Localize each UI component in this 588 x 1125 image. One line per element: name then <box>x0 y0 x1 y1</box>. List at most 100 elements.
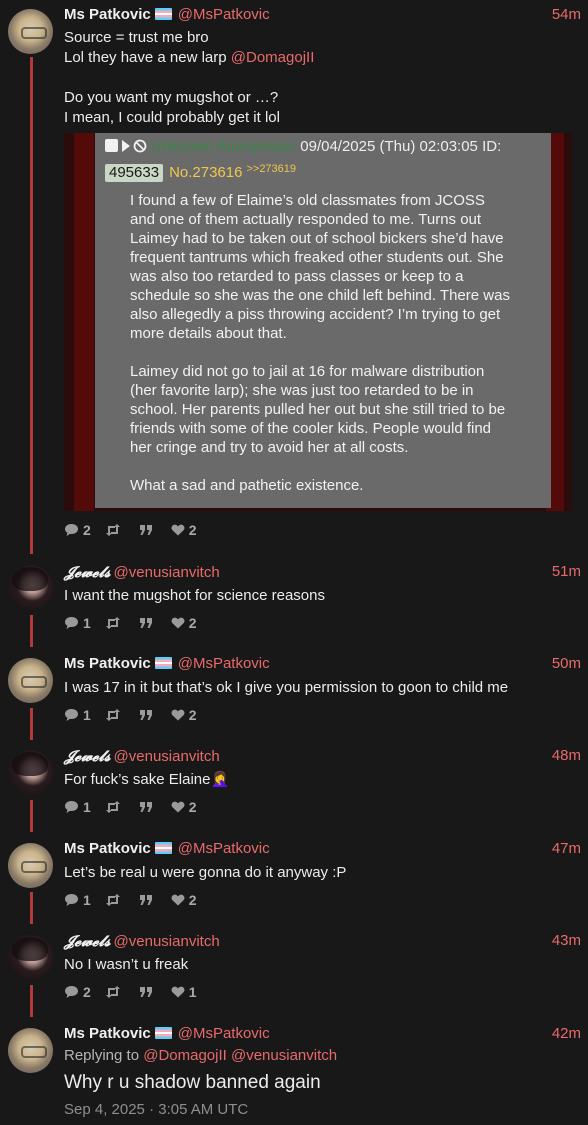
heart-icon <box>171 801 185 813</box>
comment-icon <box>65 894 78 906</box>
like-count[interactable]: 2 <box>171 521 197 539</box>
display-name[interactable]: Ms Patkovic <box>64 840 151 857</box>
tweet-header: Ms Patkovic @MsPatkovic <box>64 654 270 674</box>
reply-count[interactable]: 2 <box>64 983 91 1001</box>
tweet-time[interactable]: 47m <box>552 839 581 859</box>
heart-icon <box>171 986 185 998</box>
like-count[interactable]: 1 <box>171 983 197 1001</box>
replying-to: Replying to @DomagojII @venusianvitch <box>64 1047 338 1064</box>
avatar[interactable] <box>8 935 53 980</box>
tweet-header: Ms Patkovic @MsPatkovic <box>64 839 270 859</box>
display-name[interactable]: Ms Patkovic <box>64 6 151 23</box>
post-datetime: 09/04/2025 (Thu) 02:03:05 ID: <box>300 138 502 155</box>
reply-count[interactable]: 1 <box>64 798 91 816</box>
tweet-text: Source = trust me bro Lol they have a ne… <box>64 29 315 126</box>
retweet-button[interactable] <box>105 894 125 906</box>
mention-link[interactable]: @DomagojII <box>143 1047 227 1064</box>
retweet-button[interactable] <box>105 986 125 998</box>
imageboard-post-screenshot: Unknown Anonymous 09/04/2025 (Thu) 02:03… <box>95 133 551 508</box>
avatar[interactable] <box>8 565 53 610</box>
display-name[interactable]: Ms Patkovic <box>64 655 151 672</box>
tweet-time[interactable]: 54m <box>552 5 581 25</box>
reply-count[interactable]: 1 <box>64 891 91 909</box>
heart-icon <box>171 709 185 721</box>
trans-flag-icon <box>154 8 172 20</box>
quote-icon <box>139 710 152 720</box>
post-number: No.273616 <box>169 164 243 181</box>
thread-line <box>30 57 33 554</box>
avatar[interactable] <box>8 658 53 703</box>
quote-button[interactable] <box>139 986 157 998</box>
tweet-header: 𝓙𝓮𝔀𝓮𝓵𝓼 @venusianvitch <box>64 746 220 766</box>
tweet-stats: 1 2 <box>64 891 211 909</box>
like-count[interactable]: 2 <box>171 798 197 816</box>
poster-name: Unknown Anonymous <box>151 138 297 155</box>
display-name[interactable]: 𝓙𝓮𝔀𝓮𝓵𝓼 <box>64 932 111 950</box>
avatar[interactable] <box>8 1028 53 1073</box>
reply-count[interactable]: 1 <box>64 706 91 724</box>
thread-line <box>30 892 33 924</box>
username[interactable]: @MsPatkovic <box>178 655 270 672</box>
thread-line <box>30 708 33 740</box>
comment-icon <box>65 709 78 721</box>
tweet-stats: 1 2 <box>64 798 211 816</box>
tweet-date[interactable]: Sep 4, 2025 · 3:05 AM UTC <box>64 1100 574 1120</box>
display-name[interactable]: Ms Patkovic <box>64 1025 151 1042</box>
quote-button[interactable] <box>139 801 157 813</box>
tweet-text: For fuck’s sake Elaine🤦‍♀️ <box>64 771 230 788</box>
retweet-button[interactable] <box>105 524 125 536</box>
retweet-button[interactable] <box>105 617 125 629</box>
tweet-header: Ms Patkovic @MsPatkovic <box>64 1024 270 1044</box>
reply-count[interactable]: 2 <box>64 521 91 539</box>
tweet-time[interactable]: 51m <box>552 562 581 582</box>
avatar[interactable] <box>8 843 53 888</box>
like-count[interactable]: 2 <box>171 891 197 909</box>
tweet-header: Ms Patkovic @MsPatkovic <box>64 5 270 25</box>
like-count[interactable]: 2 <box>171 706 197 724</box>
quote-button[interactable] <box>139 894 157 906</box>
quote-button[interactable] <box>139 709 157 721</box>
triangle-icon <box>122 140 130 152</box>
trans-flag-icon <box>154 657 172 669</box>
mention-link[interactable]: @venusianvitch <box>231 1047 337 1064</box>
retweet-button[interactable] <box>105 709 125 721</box>
like-count[interactable]: 2 <box>171 614 197 632</box>
quote-icon <box>139 987 152 997</box>
display-name[interactable]: 𝓙𝓮𝔀𝓮𝓵𝓼 <box>64 747 111 765</box>
username[interactable]: @venusianvitch <box>114 748 220 765</box>
quote-icon <box>139 525 152 535</box>
tweet-time[interactable]: 42m <box>552 1024 581 1044</box>
comment-icon <box>65 986 78 998</box>
tweet-time[interactable]: 43m <box>552 931 581 951</box>
heart-icon <box>171 894 185 906</box>
tweet-stats: 1 2 <box>64 614 211 632</box>
reply-count[interactable]: 1 <box>64 614 91 632</box>
quote-button[interactable] <box>139 524 157 536</box>
username[interactable]: @MsPatkovic <box>178 6 270 23</box>
thread-line <box>30 800 33 832</box>
tweet-stats: 1 2 <box>64 706 211 724</box>
tweet-text: I want the mugshot for science reasons <box>64 587 325 604</box>
tweet-text: I was 17 in it but that’s ok I give you … <box>64 679 509 696</box>
tweet-time[interactable]: 50m <box>552 654 581 674</box>
username[interactable]: @venusianvitch <box>114 933 220 950</box>
quote-icon <box>139 618 152 628</box>
thread-line <box>30 985 33 1017</box>
quote-button[interactable] <box>139 617 157 629</box>
retweet-icon <box>105 894 120 906</box>
post-header: Unknown Anonymous 09/04/2025 (Thu) 02:03… <box>105 136 555 184</box>
display-name[interactable]: 𝓙𝓮𝔀𝓮𝓵𝓼 <box>64 563 111 581</box>
avatar[interactable] <box>8 9 53 54</box>
attached-image[interactable]: Unknown Anonymous 09/04/2025 (Thu) 02:03… <box>64 133 572 511</box>
username[interactable]: @MsPatkovic <box>178 840 270 857</box>
comment-icon <box>65 801 78 813</box>
mention-link[interactable]: @DomagojII <box>231 49 315 66</box>
retweet-icon <box>105 986 120 998</box>
tweet-time[interactable]: 48m <box>552 746 581 766</box>
username[interactable]: @MsPatkovic <box>178 1025 270 1042</box>
avatar[interactable] <box>8 750 53 795</box>
poster-id: 495633 <box>105 164 164 182</box>
trans-flag-icon <box>154 1027 172 1039</box>
username[interactable]: @venusianvitch <box>114 564 220 581</box>
retweet-button[interactable] <box>105 801 125 813</box>
